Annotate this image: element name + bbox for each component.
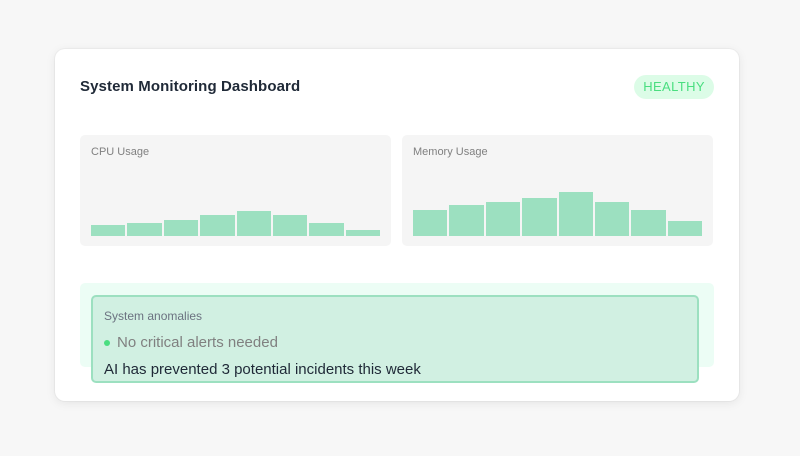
cpu-usage-bar xyxy=(272,215,308,236)
memory-usage-bar xyxy=(485,202,521,236)
cpu-usage-bar xyxy=(163,220,199,236)
cpu-usage-panel: CPU Usage xyxy=(80,135,391,246)
memory-usage-chart xyxy=(413,176,702,236)
cpu-usage-chart xyxy=(91,176,380,236)
anomaly-title: System anomalies xyxy=(104,309,203,323)
dashboard-title: System Monitoring Dashboard xyxy=(80,78,301,95)
cpu-usage-label: CPU Usage xyxy=(91,146,150,158)
memory-usage-bar xyxy=(522,198,557,236)
cpu-usage-bar xyxy=(309,223,344,236)
anomaly-status-text: No critical alerts needed xyxy=(117,334,278,351)
memory-usage-label: Memory Usage xyxy=(413,146,488,158)
memory-usage-bar xyxy=(449,205,484,236)
status-dot-icon xyxy=(104,339,110,346)
memory-usage-bar xyxy=(631,210,666,236)
memory-usage-bar xyxy=(413,210,448,236)
memory-usage-bar xyxy=(667,221,702,236)
cpu-usage-bar xyxy=(200,215,235,236)
memory-usage-bar xyxy=(558,192,593,236)
cpu-usage-bar xyxy=(236,211,271,236)
cpu-usage-bar xyxy=(127,223,162,236)
ai-prevention-message: AI has prevented 3 potential incidents t… xyxy=(104,361,421,378)
cpu-usage-bar xyxy=(91,225,126,236)
memory-usage-panel: Memory Usage xyxy=(402,135,713,246)
anomaly-panel: System anomalies No critical alerts need… xyxy=(91,295,699,383)
status-badge: HEALTHY xyxy=(634,75,714,99)
memory-usage-bar xyxy=(594,202,630,236)
cpu-usage-bar xyxy=(345,230,380,236)
dashboard-card: System Monitoring Dashboard HEALTHY CPU … xyxy=(55,49,739,401)
anomaly-status: No critical alerts needed xyxy=(104,334,278,351)
